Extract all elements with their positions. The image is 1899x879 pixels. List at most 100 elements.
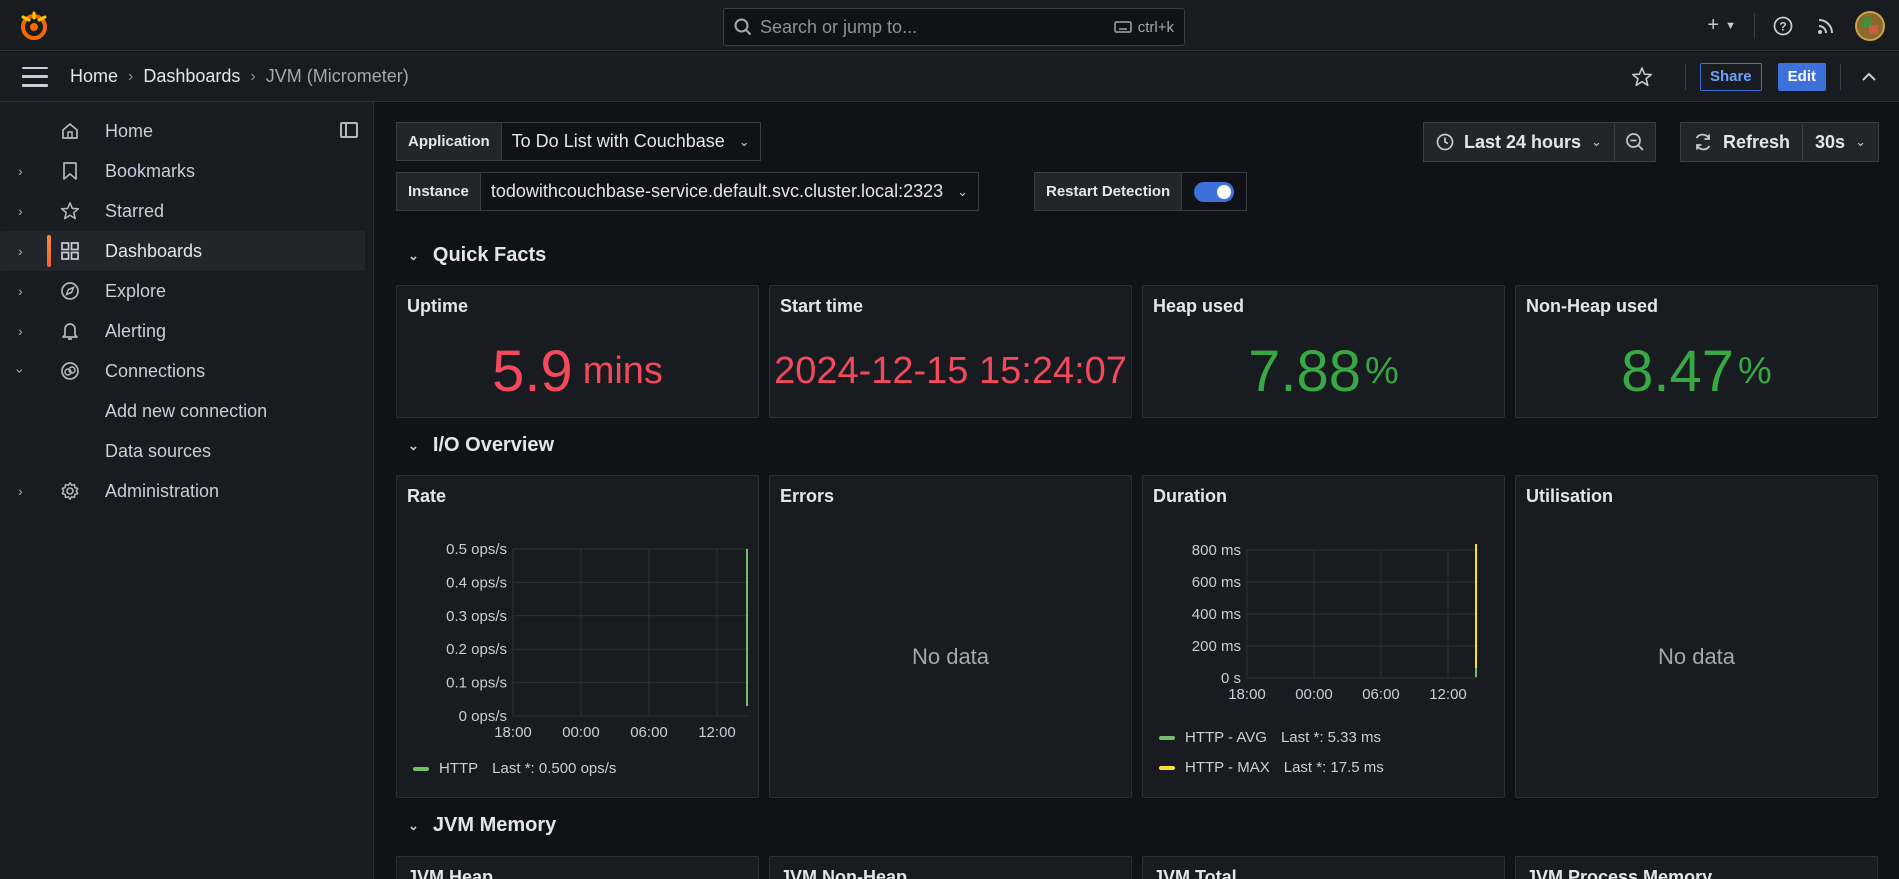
y-tick-label: 0 ops/s (459, 708, 507, 725)
sidebar-item-data-sources[interactable]: Data sources (0, 431, 365, 471)
instance-select[interactable]: todowithcouchbase-service.default.svc.cl… (480, 172, 980, 211)
duration-legend-avg[interactable]: HTTP - AVG Last *: 5.33 ms (1159, 729, 1381, 746)
sidebar-item-add-new-connection[interactable]: Add new connection (0, 391, 365, 431)
time-range-button[interactable]: Last 24 hours ⌄ (1423, 122, 1615, 162)
y-tick-label: 0.3 ops/s (446, 608, 507, 625)
help-button[interactable]: ? (1761, 0, 1805, 51)
row-quick-facts[interactable]: ⌄ Quick Facts (408, 244, 546, 267)
chevron-down-icon: ⌄ (957, 183, 969, 199)
variable-instance: Instance todowithcouchbase-service.defau… (396, 172, 980, 211)
rss-icon (1818, 18, 1833, 34)
panel-jvm-process-memory[interactable]: JVM Process Memory (1515, 856, 1878, 879)
heap-used-value: 7.88 % (1248, 339, 1399, 404)
sidebar-item-administration[interactable]: › Administration (0, 471, 365, 511)
chevron-right-icon[interactable]: › (18, 243, 23, 259)
chevron-down-icon: ⌄ (1855, 134, 1866, 149)
x-tick-label: 18:00 (1228, 686, 1266, 703)
share-button[interactable]: Share (1699, 62, 1762, 91)
time-picker: Last 24 hours ⌄ (1423, 122, 1656, 162)
grafana-logo-icon[interactable] (19, 11, 49, 41)
panel-jvm-heap[interactable]: JVM Heap (396, 856, 759, 879)
variable-application: Application To Do List with Couchbase ⌄ (396, 122, 761, 161)
user-avatar[interactable] (1855, 10, 1885, 41)
variable-label: Application (396, 122, 502, 161)
sidebar-item-home[interactable]: Home (0, 111, 365, 151)
chevron-right-icon[interactable]: › (18, 163, 23, 179)
chevron-right-icon[interactable]: › (18, 323, 23, 339)
chevron-down-icon: ⌄ (1591, 134, 1602, 149)
panel-duration[interactable]: Duration 0 s 200 ms 400 ms 600 ms 800 ms 18:0… (1142, 475, 1505, 798)
panel-uptime[interactable]: Uptime 5.9 mins (396, 285, 759, 418)
dashboards-icon (60, 241, 80, 261)
sidebar-item-dashboards[interactable]: › Dashboards (0, 231, 365, 271)
chevron-right-icon[interactable]: › (18, 483, 23, 499)
y-tick-label: 400 ms (1192, 606, 1241, 623)
legend-swatch (1159, 765, 1175, 770)
dashboard-main: Application To Do List with Couchbase ⌄ … (375, 102, 1899, 879)
home-icon (60, 121, 80, 141)
panel-errors[interactable]: Errors No data (769, 475, 1132, 798)
utilisation-no-data: No data (1657, 643, 1736, 669)
panel-jvm-non-heap[interactable]: JVM Non-Heap (769, 856, 1132, 879)
new-menu-button[interactable]: + ▼ (1695, 0, 1748, 51)
panel-heap-used[interactable]: Heap used 7.88 % (1142, 285, 1505, 418)
duration-chart: 0 s 200 ms 400 ms 600 ms 800 ms 18:00 00:00 06:… (1192, 542, 1478, 703)
variable-label: Restart Detection (1034, 172, 1183, 211)
svg-text:?: ? (1779, 19, 1786, 33)
compass-icon (60, 281, 80, 301)
panel-jvm-total[interactable]: JVM Total (1142, 856, 1505, 879)
x-tick-label: 06:00 (1362, 686, 1400, 703)
x-tick-label: 00:00 (562, 724, 600, 741)
gear-icon (60, 481, 80, 501)
y-tick-label: 0.1 ops/s (446, 675, 507, 692)
menu-toggle-icon[interactable] (22, 66, 48, 87)
breadcrumb-bar: Home › Dashboards › JVM (Micrometer) Sha… (0, 52, 1899, 102)
chevron-down-icon: ⌄ (408, 247, 419, 263)
panel-non-heap-used[interactable]: Non-Heap used 8.47 % (1515, 285, 1878, 418)
refresh-interval-select[interactable]: 30s ⌄ (1803, 122, 1879, 162)
star-icon[interactable] (1631, 66, 1653, 88)
chevron-right-icon: › (250, 67, 256, 85)
plus-icon: + (1707, 14, 1720, 36)
breadcrumb-home[interactable]: Home (70, 66, 118, 87)
errors-no-data: No data (911, 643, 990, 669)
sidebar-item-bookmarks[interactable]: › Bookmarks (0, 151, 365, 191)
row-jvm-memory[interactable]: ⌄ JVM Memory (408, 814, 556, 837)
row-io-overview[interactable]: ⌄ I/O Overview (408, 434, 554, 457)
y-tick-label: 600 ms (1192, 574, 1241, 591)
chevron-right-icon[interactable]: › (18, 283, 23, 299)
application-select[interactable]: To Do List with Couchbase ⌄ (501, 122, 761, 161)
breadcrumb-dashboards[interactable]: Dashboards (143, 66, 240, 87)
rate-chart: 0 ops/s 0.1 ops/s 0.2 ops/s 0.3 ops/s 0.4 op… (446, 541, 749, 741)
refresh-picker: Refresh 30s ⌄ (1680, 122, 1879, 162)
restart-detection-toggle[interactable] (1194, 181, 1235, 202)
rate-legend[interactable]: HTTP Last *: 0.500 ops/s (413, 760, 616, 777)
star-icon (60, 201, 80, 221)
chevron-down-icon: ⌄ (738, 133, 750, 149)
x-tick-label: 00:00 (1295, 686, 1333, 703)
edit-button[interactable]: Edit (1777, 62, 1826, 91)
chevron-right-icon: › (128, 67, 134, 85)
sidebar-item-starred[interactable]: › Starred (0, 191, 365, 231)
panel-utilisation[interactable]: Utilisation No data (1515, 475, 1878, 798)
sidebar-item-connections[interactable]: › Connections (0, 351, 365, 391)
bookmark-icon (60, 161, 80, 181)
keyboard-icon (1113, 21, 1132, 33)
chevron-up-icon[interactable] (1861, 72, 1877, 82)
panel-start-time[interactable]: Start time 2024-12-15 15:24:07 (769, 285, 1132, 418)
breadcrumb: Home › Dashboards › JVM (Micrometer) (70, 66, 409, 87)
x-tick-label: 12:00 (1429, 686, 1467, 703)
breadcrumb-current: JVM (Micrometer) (265, 66, 409, 86)
chevron-down-icon[interactable]: › (12, 369, 28, 374)
news-button[interactable] (1805, 0, 1847, 51)
chevron-right-icon[interactable]: › (18, 203, 23, 219)
refresh-button[interactable]: Refresh (1680, 122, 1804, 162)
sidebar-item-alerting[interactable]: › Alerting (0, 311, 365, 351)
panel-rate[interactable]: Rate 0 ops/s 0.1 ops/s 0.2 ops/s 0.3 ops/s 0… (396, 475, 759, 798)
zoom-out-button[interactable] (1614, 122, 1656, 162)
legend-swatch (1159, 735, 1175, 740)
duration-legend-max[interactable]: HTTP - MAX Last *: 17.5 ms (1159, 759, 1384, 776)
x-tick-label: 18:00 (494, 724, 532, 741)
sidebar-item-explore[interactable]: › Explore (0, 271, 365, 311)
search-bar[interactable]: Search or jump to... ctrl+k (723, 8, 1185, 46)
